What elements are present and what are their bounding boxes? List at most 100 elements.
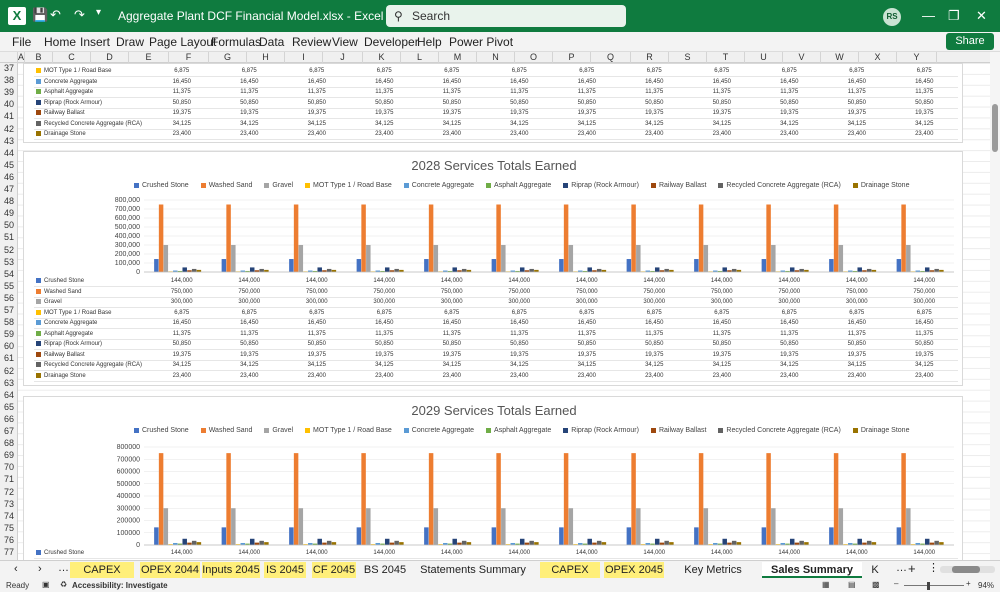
tab-capex-2044[interactable]: CAPEX 2044 xyxy=(70,562,134,592)
bar-riprap-rock-armour-[interactable] xyxy=(722,538,727,545)
value-cell[interactable]: 144,000 xyxy=(823,276,891,287)
menu-view[interactable]: View xyxy=(332,35,358,49)
value-cell[interactable]: 50,850 xyxy=(553,97,621,109)
bar-crushed-stone[interactable] xyxy=(694,259,699,272)
value-cell[interactable]: 34,125 xyxy=(688,118,756,130)
chart-panel-2029[interactable]: 2029 Services Totals Earned Crushed Stone… xyxy=(23,396,963,560)
value-cell[interactable]: 19,375 xyxy=(890,349,958,361)
add-sheet-icon[interactable]: + xyxy=(908,561,916,576)
value-cell[interactable]: 11,375 xyxy=(485,87,553,98)
bar-washed-sand[interactable] xyxy=(293,453,299,545)
value-cell[interactable]: 750,000 xyxy=(620,286,688,298)
bar-riprap-rock-armour-[interactable] xyxy=(924,538,930,545)
value-cell[interactable]: 6,875 xyxy=(418,66,486,77)
value-cell[interactable]: 23,400 xyxy=(553,370,621,382)
value-cell[interactable]: 50,850 xyxy=(350,339,418,350)
value-cell[interactable]: 34,125 xyxy=(418,118,486,130)
value-cell[interactable]: 50,850 xyxy=(215,97,283,109)
value-cell[interactable]: 19,375 xyxy=(485,108,553,119)
value-cell[interactable]: 34,125 xyxy=(418,360,486,371)
tab-bs-2045[interactable]: BS 2045 xyxy=(362,562,408,578)
value-cell[interactable]: 50,850 xyxy=(283,339,351,350)
bar-drainage-stone[interactable] xyxy=(804,542,809,545)
row-header-71[interactable]: 71 xyxy=(0,474,18,485)
bar-gravel[interactable] xyxy=(231,508,236,545)
value-cell[interactable]: 750,000 xyxy=(688,286,756,298)
value-cell[interactable]: 34,125 xyxy=(350,360,418,371)
value-cell[interactable]: 50,850 xyxy=(755,97,823,109)
row-header-73[interactable]: 73 xyxy=(0,499,18,510)
bar-washed-sand[interactable] xyxy=(158,453,164,545)
bar-crushed-stone[interactable] xyxy=(356,527,362,545)
value-cell[interactable]: 11,375 xyxy=(485,328,553,340)
tab-cf-2045[interactable]: CF 2045 xyxy=(312,562,356,578)
value-cell[interactable]: 300,000 xyxy=(148,297,216,308)
bar-riprap-rock-armour-[interactable] xyxy=(182,267,187,272)
row-header-76[interactable]: 76 xyxy=(0,535,18,546)
bar-riprap-rock-armour-[interactable] xyxy=(519,538,525,545)
page-break-view-icon[interactable]: ▩ xyxy=(872,580,880,589)
value-cell[interactable]: 50,850 xyxy=(620,339,688,350)
value-cell[interactable]: 50,850 xyxy=(890,339,958,350)
value-cell[interactable]: 34,125 xyxy=(553,118,621,130)
value-cell[interactable]: 23,400 xyxy=(485,370,553,382)
bar-riprap-rock-armour-[interactable] xyxy=(587,538,592,545)
bar-crushed-stone[interactable] xyxy=(896,527,902,545)
tab-is-2045[interactable]: IS 2045 xyxy=(264,562,306,578)
bar-crushed-stone[interactable] xyxy=(491,259,497,272)
bar-crushed-stone[interactable] xyxy=(829,527,834,545)
value-cell[interactable]: 6,875 xyxy=(620,66,688,77)
value-cell[interactable]: 50,850 xyxy=(485,97,553,109)
bar-recycled-concrete-aggregate-rca-[interactable] xyxy=(596,268,602,272)
value-cell[interactable]: 144,000 xyxy=(620,276,688,287)
bar-drainage-stone[interactable] xyxy=(196,542,202,545)
value-cell[interactable]: 11,375 xyxy=(215,328,283,340)
value-cell[interactable]: 6,875 xyxy=(215,66,283,77)
value-cell[interactable]: 19,375 xyxy=(283,108,351,119)
value-cell[interactable]: 34,125 xyxy=(350,118,418,130)
bar-recycled-concrete-aggregate-rca-[interactable] xyxy=(259,540,264,545)
row-header-67[interactable]: 67 xyxy=(0,426,18,437)
value-cell[interactable]: 19,375 xyxy=(823,108,891,119)
value-cell[interactable]: 16,450 xyxy=(350,76,418,88)
row-header-74[interactable]: 74 xyxy=(0,511,18,522)
value-cell[interactable]: 23,400 xyxy=(755,129,823,140)
value-cell[interactable]: 6,875 xyxy=(418,307,486,319)
value-cell[interactable]: 144,000 xyxy=(283,276,351,287)
value-cell[interactable]: 11,375 xyxy=(215,87,283,98)
row-header-51[interactable]: 51 xyxy=(0,232,18,243)
value-cell[interactable]: 16,450 xyxy=(755,318,823,329)
value-cell[interactable]: 16,450 xyxy=(215,318,283,329)
value-cell[interactable]: 6,875 xyxy=(553,66,621,77)
value-cell[interactable]: 6,875 xyxy=(688,66,756,77)
value-cell[interactable]: 11,375 xyxy=(553,328,621,340)
value-cell[interactable]: 23,400 xyxy=(350,129,418,140)
chart-panel-2028[interactable]: 2028 Services Totals Earned Crushed Stone… xyxy=(23,151,963,386)
row-header-38[interactable]: 38 xyxy=(0,75,18,86)
menu-review[interactable]: Review xyxy=(292,35,331,49)
value-cell[interactable]: 23,400 xyxy=(823,370,891,382)
value-cell[interactable]: 50,850 xyxy=(418,97,486,109)
bar-recycled-concrete-aggregate-rca-[interactable] xyxy=(529,268,534,272)
accessibility-icon[interactable]: ♻ xyxy=(60,580,67,589)
value-cell[interactable]: 34,125 xyxy=(215,118,283,130)
value-cell[interactable]: 144,000 xyxy=(823,548,891,559)
row-header-77[interactable]: 77 xyxy=(0,547,18,558)
value-cell[interactable]: 750,000 xyxy=(215,286,283,298)
value-cell[interactable]: 23,400 xyxy=(215,129,283,140)
bar-drainage-stone[interactable] xyxy=(466,542,472,545)
bar-crushed-stone[interactable] xyxy=(896,259,902,272)
value-cell[interactable]: 750,000 xyxy=(553,286,621,298)
bar-drainage-stone[interactable] xyxy=(736,542,742,545)
macro-record-icon[interactable]: ▣ xyxy=(42,580,50,589)
menu-power-pivot[interactable]: Power Pivot xyxy=(449,35,513,49)
value-cell[interactable]: 34,125 xyxy=(755,118,823,130)
value-cell[interactable]: 144,000 xyxy=(215,548,283,559)
bar-crushed-stone[interactable] xyxy=(559,527,564,545)
vertical-scroll-thumb[interactable] xyxy=(992,104,998,152)
value-cell[interactable]: 34,125 xyxy=(823,118,891,130)
value-cell[interactable]: 16,450 xyxy=(553,76,621,88)
value-cell[interactable]: 50,850 xyxy=(350,97,418,109)
tab-inputs-2045[interactable]: Inputs 2045 xyxy=(202,562,260,578)
value-cell[interactable]: 23,400 xyxy=(148,370,216,382)
